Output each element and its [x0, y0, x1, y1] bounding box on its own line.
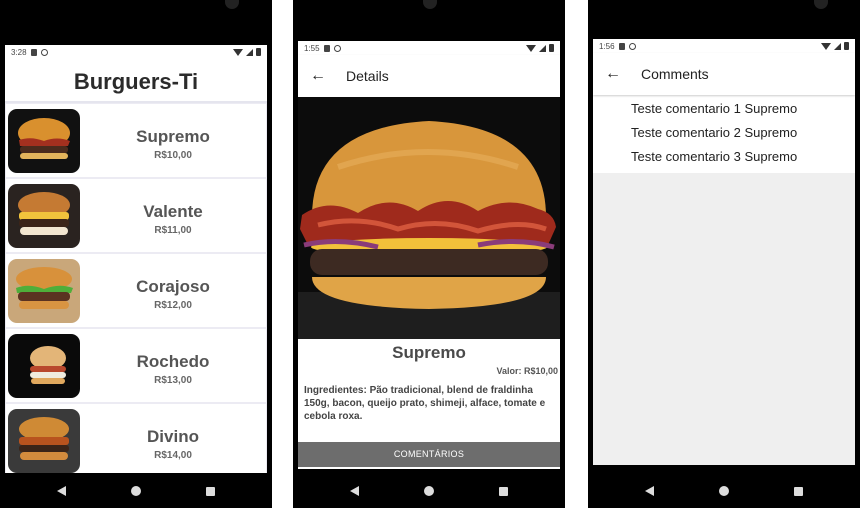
phone-details: 1:55 ← Details Supremo Valor: R$10,00 In… [293, 0, 565, 508]
comment-list: Teste comentario 1 Supremo Teste comenta… [593, 95, 855, 173]
system-nav-bar [0, 474, 272, 508]
phone-comments: 1:56 ← Comments Teste comentario 1 Supre… [588, 0, 860, 508]
burger-thumbnail [8, 108, 80, 173]
status-time: 1:56 [599, 41, 615, 51]
burger-item-rochedo[interactable]: Rochedo R$13,00 [6, 329, 266, 402]
burger-name: Divino [147, 426, 199, 446]
details-screen: 1:55 ← Details Supremo Valor: R$10,00 In… [298, 41, 560, 469]
camera-notch [423, 0, 437, 9]
battery-icon [844, 42, 849, 50]
battery-icon [256, 48, 261, 56]
burger-item-valente[interactable]: Valente R$11,00 [6, 179, 266, 252]
burger-item-divino[interactable]: Divino R$14,00 [6, 404, 266, 473]
appbar-title: Comments [641, 66, 709, 82]
app-title: Burguers-Ti [5, 59, 267, 103]
app-bar: ← Details [298, 55, 560, 97]
comments-screen: 1:56 ← Comments Teste comentario 1 Supre… [593, 39, 855, 465]
sd-card-icon [323, 44, 330, 52]
wifi-icon [233, 48, 243, 56]
burger-list: Supremo R$10,00 Valente R$11,00 Corajoso… [5, 103, 267, 473]
battery-icon [549, 44, 554, 52]
system-nav-bar [588, 474, 860, 508]
burger-price: R$13,00 [154, 374, 192, 386]
list-screen: 3:28 Burguers-Ti Supremo R$10,00 Valente… [5, 45, 267, 473]
burger-thumbnail [8, 258, 80, 323]
nav-recents-icon[interactable] [793, 486, 803, 496]
sync-icon [628, 42, 636, 50]
app-bar: ← Comments [593, 53, 855, 95]
status-bar: 1:56 [593, 39, 855, 53]
burger-thumbnail [8, 333, 80, 398]
burger-thumbnail [8, 408, 80, 473]
nav-recents-icon[interactable] [205, 486, 215, 496]
burger-price: R$10,00 [154, 149, 192, 161]
comment-item: Teste comentario 2 Supremo [631, 125, 798, 140]
camera-notch [814, 0, 828, 9]
nav-back-icon[interactable] [350, 486, 360, 496]
burger-hero-image [298, 97, 560, 339]
detail-ingredients: Ingredientes: Pão tradicional, blend de … [304, 385, 546, 422]
sd-card-icon [618, 42, 625, 50]
burger-name: Corajoso [136, 276, 210, 296]
burger-name: Valente [143, 201, 203, 221]
sync-icon [333, 44, 341, 52]
status-bar: 3:28 [5, 45, 267, 59]
signal-icon [539, 44, 546, 52]
arrow-left-icon[interactable]: ← [593, 65, 633, 83]
burger-price: R$12,00 [154, 299, 192, 311]
sync-icon [40, 48, 48, 56]
burger-name: Rochedo [136, 351, 210, 371]
appbar-title: Details [346, 68, 389, 84]
burger-item-supremo[interactable]: Supremo R$10,00 [6, 104, 266, 177]
detail-price: Valor: R$10,00 [496, 366, 558, 376]
nav-home-icon[interactable] [423, 486, 434, 496]
status-bar: 1:55 [298, 41, 560, 55]
arrow-left-icon[interactable]: ← [298, 67, 338, 85]
nav-recents-icon[interactable] [498, 486, 508, 496]
burger-item-corajoso[interactable]: Corajoso R$12,00 [6, 254, 266, 327]
system-nav-bar [293, 474, 565, 508]
signal-icon [246, 48, 253, 56]
nav-back-icon[interactable] [57, 486, 67, 496]
comment-item: Teste comentario 1 Supremo [631, 101, 798, 116]
status-time: 3:28 [11, 47, 27, 57]
detail-name: Supremo [392, 343, 466, 362]
comments-button[interactable]: COMENTÁRIOS [298, 442, 560, 467]
burger-thumbnail [8, 183, 80, 248]
wifi-icon [526, 44, 536, 52]
sd-card-icon [30, 48, 37, 56]
burger-price: R$11,00 [154, 224, 192, 236]
phone-list: 3:28 Burguers-Ti Supremo R$10,00 Valente… [0, 0, 272, 508]
nav-back-icon[interactable] [645, 486, 655, 496]
status-time: 1:55 [304, 43, 320, 53]
burger-price: R$14,00 [154, 449, 192, 461]
nav-home-icon[interactable] [718, 486, 729, 496]
signal-icon [834, 42, 841, 50]
burger-name: Supremo [136, 126, 210, 146]
comment-item: Teste comentario 3 Supremo [631, 149, 798, 164]
camera-notch [225, 0, 239, 9]
nav-home-icon[interactable] [130, 486, 141, 496]
wifi-icon [821, 42, 831, 50]
